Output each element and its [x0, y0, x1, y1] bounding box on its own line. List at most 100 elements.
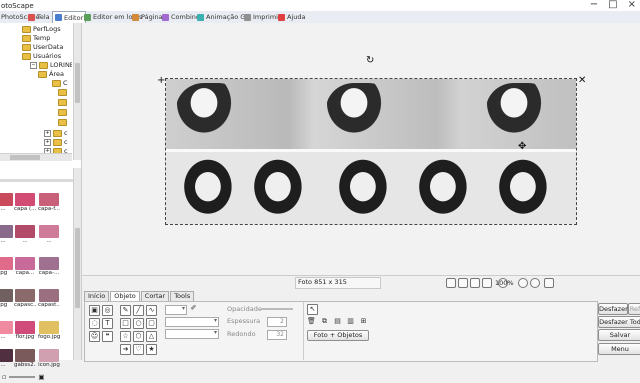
- tree-item[interactable]: [58, 99, 67, 106]
- balloon-icon[interactable]: ◌: [89, 318, 100, 329]
- tab-combine[interactable]: Combine: [162, 12, 200, 22]
- text-icon[interactable]: T: [102, 318, 113, 329]
- undo-all-button[interactable]: Desfazer Tod: [598, 316, 640, 328]
- rounded-rect-icon[interactable]: ▢: [146, 318, 157, 329]
- group-icon[interactable]: ⊞: [359, 317, 368, 326]
- star-icon[interactable]: ☆: [120, 331, 131, 342]
- copy-icon[interactable]: ⧉: [320, 317, 329, 326]
- rounded-input[interactable]: 32: [267, 330, 287, 340]
- thumbnail-size-slider[interactable]: ▫ ▣: [0, 371, 83, 383]
- tab-editor[interactable]: Editor: [52, 11, 87, 23]
- tree-item[interactable]: PerfLogs: [22, 25, 61, 33]
- fit-window-icon[interactable]: [470, 278, 480, 288]
- tree-item[interactable]: + c: [44, 129, 68, 137]
- tree-item[interactable]: [58, 109, 67, 116]
- line-style-select[interactable]: ▾: [165, 317, 219, 327]
- thickness-input[interactable]: 2: [267, 317, 287, 327]
- thumbnail-item[interactable]: ...: [14, 225, 36, 244]
- curve-icon[interactable]: ∿: [146, 305, 157, 316]
- thumbnail-item[interactable]: ...: [0, 321, 14, 340]
- tree-item[interactable]: [58, 89, 67, 96]
- tree-item[interactable]: Temp: [22, 34, 50, 42]
- zoom-out-small-icon[interactable]: [530, 278, 540, 288]
- maximize-button[interactable]: □: [608, 0, 617, 10]
- triangle-icon[interactable]: △: [146, 331, 157, 342]
- tab-crop[interactable]: Cortar: [140, 291, 170, 301]
- bring-front-icon[interactable]: ▤: [333, 317, 342, 326]
- tab-help[interactable]: Ajuda: [278, 12, 305, 22]
- thumbnail-item[interactable]: capasc...: [14, 289, 36, 308]
- redo-button[interactable]: Ref: [628, 303, 640, 315]
- circle-icon[interactable]: ○: [133, 318, 144, 329]
- rectangle-icon[interactable]: □: [120, 318, 131, 329]
- tree-item[interactable]: UserData: [22, 43, 63, 51]
- send-back-icon[interactable]: ▥: [346, 317, 355, 326]
- fit-height-icon[interactable]: [458, 278, 468, 288]
- delete-object-icon[interactable]: ✕: [578, 75, 586, 86]
- thumbnail-item[interactable]: icon.jpg: [38, 349, 60, 368]
- tree-item[interactable]: + c: [44, 138, 68, 146]
- star-shape-icon[interactable]: ★: [146, 344, 157, 355]
- tab-tools[interactable]: Tools: [170, 291, 195, 301]
- photo-objects-button[interactable]: Foto + Objetos: [307, 330, 369, 341]
- thumbnail-item[interactable]: fogo.jpg: [38, 321, 60, 340]
- thumbnail-item[interactable]: capa (...: [14, 193, 36, 212]
- fill-style-select[interactable]: ▾: [165, 329, 219, 339]
- menu-button[interactable]: Menu: [598, 343, 640, 355]
- tab-page[interactable]: Página: [132, 12, 163, 22]
- thumbnail-item[interactable]: flor.jpg: [14, 321, 36, 340]
- arrow-icon[interactable]: ➜: [120, 344, 131, 355]
- scroll-thumb[interactable]: [75, 228, 80, 308]
- thumbnail-item[interactable]: jpg: [0, 257, 14, 276]
- expand-icon[interactable]: +: [44, 129, 51, 137]
- expand-icon[interactable]: +: [44, 138, 51, 146]
- tree-item[interactable]: Usuários: [22, 52, 61, 60]
- line-icon[interactable]: ╱: [133, 305, 144, 316]
- undo-button[interactable]: Desfazer: [598, 303, 628, 315]
- compare-icon[interactable]: [544, 278, 554, 288]
- thumbnail-item[interactable]: ...: [0, 193, 14, 212]
- thumbnail-scrollbar[interactable]: [73, 168, 81, 360]
- actual-size-icon[interactable]: [482, 278, 492, 288]
- tab-object[interactable]: Objeto: [110, 291, 140, 301]
- tree-item[interactable]: [58, 119, 67, 126]
- eyedropper-icon[interactable]: ✐: [189, 304, 198, 313]
- tree-item[interactable]: Área: [38, 70, 64, 78]
- select-pointer-icon[interactable]: ↖: [307, 304, 318, 315]
- figure-icon[interactable]: ☺: [89, 331, 100, 342]
- panel-splitter[interactable]: [0, 179, 81, 182]
- rotate-handle-icon[interactable]: ↻: [366, 55, 374, 66]
- tree-horizontal-scrollbar[interactable]: [0, 153, 72, 161]
- thumbnail-item[interactable]: gabss2...: [14, 349, 36, 368]
- minimize-button[interactable]: −: [590, 0, 598, 10]
- thumbnail-item[interactable]: capa-...: [38, 257, 60, 276]
- pencil-icon[interactable]: ✎: [120, 305, 131, 316]
- close-button[interactable]: ×: [628, 0, 636, 10]
- tab-tela[interactable]: Tela: [28, 12, 50, 22]
- delete-icon[interactable]: 🗑: [307, 317, 316, 326]
- polygon-icon[interactable]: ⬡: [133, 331, 144, 342]
- save-button[interactable]: Salvar: [598, 329, 640, 341]
- thumbnail-item[interactable]: ...: [0, 225, 14, 244]
- opacity-slider[interactable]: [261, 308, 293, 310]
- resize-handle-icon[interactable]: +: [157, 75, 165, 86]
- zoom-in-icon[interactable]: [518, 278, 528, 288]
- tab-animated-gif[interactable]: Animação Gif: [197, 12, 249, 22]
- tab-home[interactable]: Início: [84, 291, 110, 301]
- heart-icon[interactable]: ♡: [133, 344, 144, 355]
- thumbnail-item[interactable]: ...: [38, 225, 60, 244]
- scroll-thumb[interactable]: [10, 155, 40, 160]
- fit-width-icon[interactable]: [446, 278, 456, 288]
- thumbnail-item[interactable]: capast...: [38, 289, 60, 308]
- thumbnail-item[interactable]: ...: [0, 349, 14, 368]
- thumbnail-item[interactable]: capa...: [14, 257, 36, 276]
- tab-print[interactable]: Imprimir: [244, 12, 281, 22]
- quote-icon[interactable]: ❝: [102, 331, 113, 342]
- thumbnail-item[interactable]: capa-f...: [38, 193, 60, 212]
- tree-scrollbar[interactable]: [73, 23, 81, 160]
- scroll-thumb[interactable]: [75, 63, 80, 103]
- slider-track[interactable]: [9, 376, 36, 378]
- photo-canvas[interactable]: [165, 78, 577, 225]
- tree-item[interactable]: C: [52, 79, 68, 87]
- tree-item[interactable]: − LORINE: [30, 61, 72, 69]
